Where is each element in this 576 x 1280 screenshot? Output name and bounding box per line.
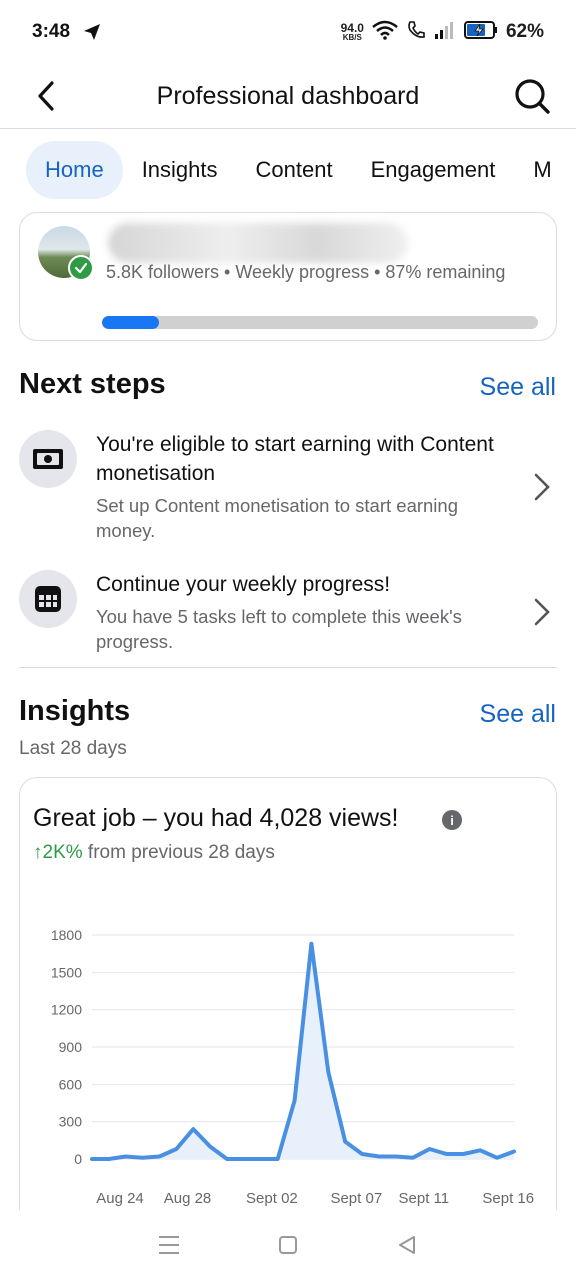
status-icons: 94.0 KB/S 62%	[341, 20, 544, 45]
calendar-icon	[19, 570, 77, 628]
send-icon	[82, 22, 102, 42]
y-tick-label: 1500	[51, 964, 82, 980]
status-bar: 3:48 94.0 KB/S 62%	[0, 0, 576, 64]
insights-period: Last 28 days	[19, 738, 127, 759]
call-icon	[406, 20, 426, 45]
next-steps-see-all[interactable]: See all	[480, 373, 556, 402]
back-icon	[398, 1236, 415, 1254]
home-icon	[278, 1236, 297, 1254]
tab-more[interactable]: M	[514, 141, 570, 199]
views-chart-card: Great job – you had 4,028 views! i ↑2K% …	[19, 777, 557, 1237]
net-speed-unit: KB/S	[342, 33, 362, 42]
tab-home[interactable]: Home	[26, 141, 123, 199]
step-title: Continue your weekly progress!	[96, 573, 391, 596]
profile-stats: 5.8K followers • Weekly progress • 87% r…	[106, 262, 506, 282]
x-tick-label: Sept 02	[246, 1190, 298, 1207]
profile-name-blurred	[108, 223, 408, 263]
tab-insights[interactable]: Insights	[123, 141, 237, 199]
views-area	[92, 943, 514, 1159]
chevron-right-icon	[527, 467, 557, 507]
battery-icon	[463, 20, 498, 45]
money-icon	[19, 430, 77, 488]
weekly-progress-fill	[102, 316, 159, 329]
step-description: You have 5 tasks left to complete this w…	[96, 606, 462, 652]
header: Professional dashboard	[0, 64, 576, 129]
back-arrow-icon	[38, 81, 54, 111]
step-weekly-progress[interactable]: Continue your weekly progress! You have …	[19, 570, 557, 660]
menu-icon	[159, 1236, 180, 1254]
insights-title: Insights	[19, 695, 131, 727]
y-tick-label: 1200	[51, 1002, 82, 1018]
weekly-progress-bar	[102, 316, 538, 329]
next-steps-title: Next steps	[19, 368, 166, 400]
net-speed: 94.0 KB/S	[341, 22, 364, 42]
tab-content[interactable]: Content	[237, 141, 352, 199]
search-icon	[515, 79, 550, 114]
x-tick-label: Sept 11	[399, 1190, 450, 1207]
y-tick-label: 300	[59, 1114, 83, 1130]
system-nav-bar	[0, 1210, 576, 1280]
tab-bar: Home Insights Content Engagement M	[26, 140, 571, 200]
step-description: Set up Content monetisation to start ear…	[96, 495, 458, 541]
y-tick-label: 0	[74, 1151, 82, 1167]
profile-card[interactable]: 5.8K followers • Weekly progress • 87% r…	[19, 212, 557, 341]
views-chart: 1800 1500 1200 900 600 300 0 Aug 24 Aug 28 Sept 0…	[51, 927, 534, 1207]
status-time: 3:48	[32, 21, 71, 42]
menu-button[interactable]	[149, 1225, 189, 1265]
y-tick-label: 1800	[51, 927, 82, 943]
y-tick-label: 900	[59, 1039, 83, 1055]
back-button[interactable]	[26, 76, 66, 116]
x-tick-label: Aug 28	[164, 1190, 212, 1207]
step-title: You're eligible to start earning with Co…	[96, 433, 494, 485]
battery-percent: 62%	[505, 21, 544, 42]
home-button[interactable]	[268, 1225, 308, 1265]
x-tick-label: Sept 16	[482, 1190, 534, 1207]
tab-engagement[interactable]: Engagement	[352, 141, 515, 199]
y-tick-label: 600	[59, 1076, 83, 1092]
wifi-icon	[372, 20, 398, 45]
chevron-right-icon	[527, 592, 557, 632]
system-back-button[interactable]	[387, 1225, 427, 1265]
verified-check-icon	[68, 255, 94, 281]
step-monetisation[interactable]: You're eligible to start earning with Co…	[19, 430, 557, 545]
insights-see-all[interactable]: See all	[480, 700, 556, 729]
signal-icon	[434, 20, 456, 45]
x-tick-label: Sept 07	[330, 1190, 382, 1207]
divider	[19, 667, 557, 668]
page-title: Professional dashboard	[156, 81, 420, 110]
x-tick-label: Aug 24	[96, 1190, 144, 1207]
search-button[interactable]	[510, 74, 554, 118]
